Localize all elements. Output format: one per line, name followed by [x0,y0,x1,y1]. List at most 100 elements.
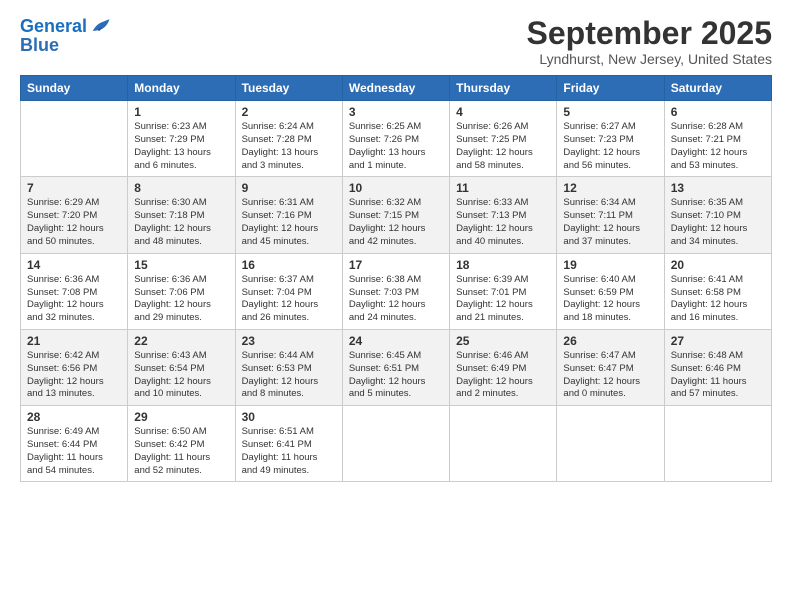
day-info: Sunrise: 6:30 AM Sunset: 7:18 PM Dayligh… [134,197,228,248]
col-header-thursday: Thursday [450,76,557,101]
day-number: 2 [242,105,336,119]
day-info: Sunrise: 6:46 AM Sunset: 6:49 PM Dayligh… [456,350,550,401]
col-header-saturday: Saturday [664,76,771,101]
calendar-cell [557,406,664,482]
day-info: Sunrise: 6:31 AM Sunset: 7:16 PM Dayligh… [242,197,336,248]
calendar-cell: 15Sunrise: 6:36 AM Sunset: 7:06 PM Dayli… [128,253,235,329]
calendar-cell: 10 Sunrise: 6:32 AM Sunset: 7:15 PM Dayli… [342,177,449,253]
day-info: Sunrise: 6:51 AM Sunset: 6:41 PM Dayligh… [242,426,336,477]
day-info: Sunrise: 6:37 AM Sunset: 7:04 PM Dayligh… [242,274,336,325]
calendar-cell: 27Sunrise: 6:48 AM Sunset: 6:46 PM Dayli… [664,329,771,405]
day-number: 28 [27,410,121,424]
day-number: 11 [456,181,550,195]
day-number: 21 [27,334,121,348]
calendar-cell: 9 Sunrise: 6:31 AM Sunset: 7:16 PM Daylig… [235,177,342,253]
calendar-cell [21,101,128,177]
day-info: Sunrise: 6:45 AM Sunset: 6:51 PM Dayligh… [349,350,443,401]
day-number: 24 [349,334,443,348]
day-number: 9 [242,181,336,195]
col-header-friday: Friday [557,76,664,101]
logo: General Blue [20,16,111,56]
col-header-sunday: Sunday [21,76,128,101]
col-header-tuesday: Tuesday [235,76,342,101]
calendar-cell: 17 Sunrise: 6:38 AM Sunset: 7:03 PM Dayli… [342,253,449,329]
day-number: 17 [349,258,443,272]
day-number: 7 [27,181,121,195]
day-info: Sunrise: 6:35 AM Sunset: 7:10 PM Dayligh… [671,197,765,248]
header: General Blue September 2025 Lyndhurst, N… [20,16,772,67]
day-number: 15 [134,258,228,272]
day-number: 8 [134,181,228,195]
day-number: 30 [242,410,336,424]
calendar-cell: 21Sunrise: 6:42 AM Sunset: 6:56 PM Dayli… [21,329,128,405]
logo-bird-icon [89,16,111,38]
day-info: Sunrise: 6:43 AM Sunset: 6:54 PM Dayligh… [134,350,228,401]
location: Lyndhurst, New Jersey, United States [527,51,772,67]
day-info: Sunrise: 6:26 AM Sunset: 7:25 PM Dayligh… [456,121,550,172]
day-info: Sunrise: 6:38 AM Sunset: 7:03 PM Dayligh… [349,274,443,325]
day-info: Sunrise: 6:48 AM Sunset: 6:46 PM Dayligh… [671,350,765,401]
day-info: Sunrise: 6:39 AM Sunset: 7:01 PM Dayligh… [456,274,550,325]
day-info: Sunrise: 6:49 AM Sunset: 6:44 PM Dayligh… [27,426,121,477]
calendar-header-row: SundayMondayTuesdayWednesdayThursdayFrid… [21,76,772,101]
calendar-cell [664,406,771,482]
col-header-wednesday: Wednesday [342,76,449,101]
calendar-week-row: 21Sunrise: 6:42 AM Sunset: 6:56 PM Dayli… [21,329,772,405]
calendar-cell [450,406,557,482]
day-info: Sunrise: 6:41 AM Sunset: 6:58 PM Dayligh… [671,274,765,325]
calendar-week-row: 7 Sunrise: 6:29 AM Sunset: 7:20 PM Daylig… [21,177,772,253]
calendar-table: SundayMondayTuesdayWednesdayThursdayFrid… [20,75,772,482]
calendar-cell: 16Sunrise: 6:37 AM Sunset: 7:04 PM Dayli… [235,253,342,329]
day-info: Sunrise: 6:33 AM Sunset: 7:13 PM Dayligh… [456,197,550,248]
day-number: 5 [563,105,657,119]
day-number: 1 [134,105,228,119]
day-info: Sunrise: 6:44 AM Sunset: 6:53 PM Dayligh… [242,350,336,401]
month-title: September 2025 [527,16,772,51]
day-number: 25 [456,334,550,348]
day-number: 26 [563,334,657,348]
calendar-cell: 28 Sunrise: 6:49 AM Sunset: 6:44 PM Dayli… [21,406,128,482]
calendar-cell: 6Sunrise: 6:28 AM Sunset: 7:21 PM Daylig… [664,101,771,177]
day-info: Sunrise: 6:25 AM Sunset: 7:26 PM Dayligh… [349,121,443,172]
day-number: 6 [671,105,765,119]
calendar-cell: 30 Sunrise: 6:51 AM Sunset: 6:41 PM Dayli… [235,406,342,482]
day-number: 18 [456,258,550,272]
day-number: 3 [349,105,443,119]
day-number: 4 [456,105,550,119]
day-number: 29 [134,410,228,424]
calendar-cell: 11 Sunrise: 6:33 AM Sunset: 7:13 PM Dayli… [450,177,557,253]
day-info: Sunrise: 6:23 AM Sunset: 7:29 PM Dayligh… [134,121,228,172]
calendar-cell: 5 Sunrise: 6:27 AM Sunset: 7:23 PM Daylig… [557,101,664,177]
calendar-cell: 8 Sunrise: 6:30 AM Sunset: 7:18 PM Daylig… [128,177,235,253]
calendar-cell: 7 Sunrise: 6:29 AM Sunset: 7:20 PM Daylig… [21,177,128,253]
calendar-cell [342,406,449,482]
day-number: 22 [134,334,228,348]
day-number: 10 [349,181,443,195]
calendar-cell: 20Sunrise: 6:41 AM Sunset: 6:58 PM Dayli… [664,253,771,329]
day-number: 14 [27,258,121,272]
calendar-cell: 22 Sunrise: 6:43 AM Sunset: 6:54 PM Dayli… [128,329,235,405]
day-number: 19 [563,258,657,272]
calendar-cell: 14Sunrise: 6:36 AM Sunset: 7:08 PM Dayli… [21,253,128,329]
day-info: Sunrise: 6:29 AM Sunset: 7:20 PM Dayligh… [27,197,121,248]
calendar-cell: 1 Sunrise: 6:23 AM Sunset: 7:29 PM Daylig… [128,101,235,177]
day-number: 12 [563,181,657,195]
calendar-cell: 4 Sunrise: 6:26 AM Sunset: 7:25 PM Daylig… [450,101,557,177]
title-block: September 2025 Lyndhurst, New Jersey, Un… [527,16,772,67]
calendar-cell: 29Sunrise: 6:50 AM Sunset: 6:42 PM Dayli… [128,406,235,482]
calendar-cell: 18 Sunrise: 6:39 AM Sunset: 7:01 PM Dayli… [450,253,557,329]
calendar-cell: 19 Sunrise: 6:40 AM Sunset: 6:59 PM Dayli… [557,253,664,329]
day-number: 23 [242,334,336,348]
day-info: Sunrise: 6:24 AM Sunset: 7:28 PM Dayligh… [242,121,336,172]
day-info: Sunrise: 6:34 AM Sunset: 7:11 PM Dayligh… [563,197,657,248]
day-info: Sunrise: 6:40 AM Sunset: 6:59 PM Dayligh… [563,274,657,325]
calendar-cell: 3 Sunrise: 6:25 AM Sunset: 7:26 PM Daylig… [342,101,449,177]
calendar-week-row: 14Sunrise: 6:36 AM Sunset: 7:08 PM Dayli… [21,253,772,329]
calendar-cell: 24 Sunrise: 6:45 AM Sunset: 6:51 PM Dayli… [342,329,449,405]
col-header-monday: Monday [128,76,235,101]
calendar-cell: 25 Sunrise: 6:46 AM Sunset: 6:49 PM Dayli… [450,329,557,405]
page: General Blue September 2025 Lyndhurst, N… [0,0,792,612]
day-info: Sunrise: 6:27 AM Sunset: 7:23 PM Dayligh… [563,121,657,172]
day-info: Sunrise: 6:32 AM Sunset: 7:15 PM Dayligh… [349,197,443,248]
calendar-cell: 23 Sunrise: 6:44 AM Sunset: 6:53 PM Dayli… [235,329,342,405]
